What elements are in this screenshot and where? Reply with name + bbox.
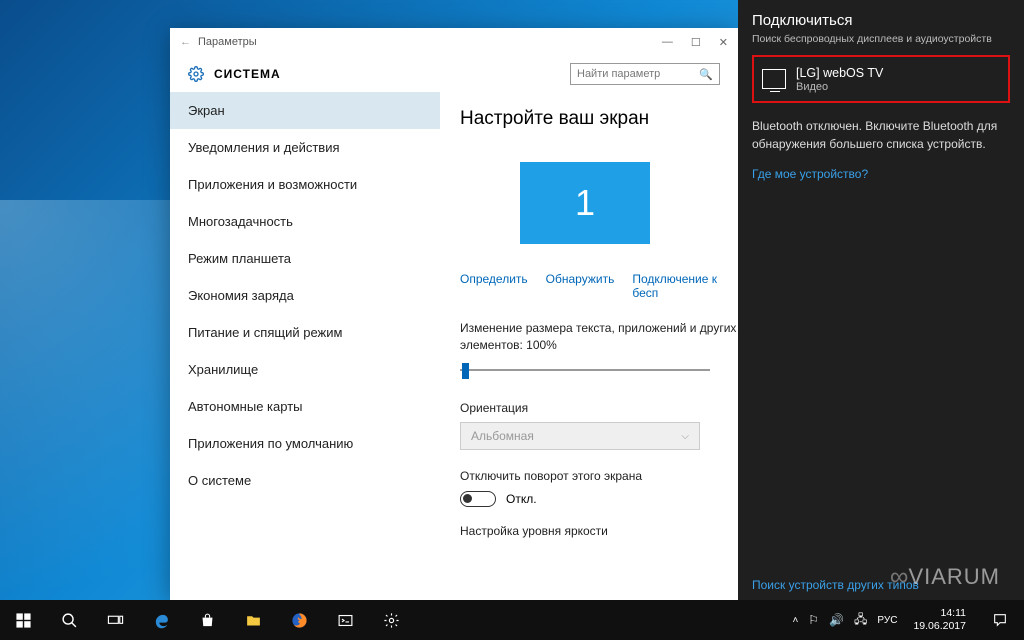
system-tray: ˄ ⚐ 🔊 🖧 РУС 14:11 19.06.2017 — [792, 600, 1024, 640]
sidebar-item-apps[interactable]: Приложения и возможности — [170, 166, 440, 203]
watermark: ∞VIARUM — [890, 561, 1000, 592]
rotation-lock-label: Отключить поворот этого экрана — [460, 468, 738, 485]
flyout-title: Подключиться — [752, 12, 1010, 29]
edge-button[interactable] — [138, 600, 184, 640]
monitor-preview[interactable]: 1 — [460, 148, 710, 258]
slider-thumb[interactable] — [462, 363, 469, 379]
device-type: Видео — [796, 81, 883, 93]
sidebar-item-maps[interactable]: Автономные карты — [170, 388, 440, 425]
orientation-label: Ориентация — [460, 400, 738, 417]
bluetooth-message: Bluetooth отключен. Включите Bluetooth д… — [752, 117, 1010, 153]
sidebar-item-power[interactable]: Питание и спящий режим — [170, 314, 440, 351]
tray-volume-icon[interactable]: 🔊 — [829, 613, 844, 627]
store-button[interactable] — [184, 600, 230, 640]
sidebar-item-tablet[interactable]: Режим планшета — [170, 240, 440, 277]
toggle-state: Откл. — [506, 492, 537, 506]
where-device-link[interactable]: Где мое устройство? — [752, 167, 1010, 181]
tray-date: 19.06.2017 — [913, 620, 966, 633]
identify-link[interactable]: Определить — [460, 272, 528, 300]
tray-flag-icon[interactable]: ⚐ — [808, 613, 819, 627]
close-button[interactable]: ✕ — [719, 36, 728, 49]
scale-label: Изменение размера текста, приложений и д… — [460, 320, 738, 354]
settings-content: Настройте ваш экран 1 Определить Обнаруж… — [440, 92, 738, 600]
system-header: СИСТЕМА Найти параметр 🔍 — [170, 56, 738, 92]
page-title: СИСТЕМА — [214, 67, 281, 81]
maximize-button[interactable]: ☐ — [691, 36, 701, 49]
tray-language[interactable]: РУС — [877, 615, 897, 626]
action-center-button[interactable] — [982, 600, 1018, 640]
tv-icon — [762, 69, 786, 89]
monitor-tile[interactable]: 1 — [520, 162, 650, 244]
flyout-subtitle: Поиск беспроводных дисплеев и аудиоустро… — [752, 33, 1010, 45]
rotation-toggle[interactable] — [460, 491, 496, 507]
sidebar-item-battery[interactable]: Экономия заряда — [170, 277, 440, 314]
sidebar-item-multitask[interactable]: Многозадачность — [170, 203, 440, 240]
start-button[interactable] — [0, 600, 46, 640]
brightness-label: Настройка уровня яркости — [460, 523, 738, 540]
sidebar-item-about[interactable]: О системе — [170, 462, 440, 499]
titlebar: ← Параметры — ☐ ✕ — [170, 28, 738, 56]
tray-network-icon[interactable]: 🖧 — [854, 610, 867, 631]
scale-slider[interactable] — [460, 360, 710, 380]
orientation-dropdown[interactable]: Альбомная ⌵ — [460, 422, 700, 450]
device-name: [LG] webOS TV — [796, 65, 883, 81]
tray-time: 14:11 — [913, 607, 966, 620]
tray-chevron-icon[interactable]: ˄ — [792, 615, 798, 626]
settings-window: ← Параметры — ☐ ✕ СИСТЕМА Найти параметр… — [170, 28, 738, 600]
explorer-button[interactable] — [230, 600, 276, 640]
connect-flyout: Подключиться Поиск беспроводных дисплеев… — [738, 0, 1024, 600]
search-placeholder: Найти параметр — [577, 68, 660, 80]
search-button[interactable] — [46, 600, 92, 640]
device-item[interactable]: [LG] webOS TV Видео — [752, 55, 1010, 103]
settings-sidebar: Экран Уведомления и действия Приложения … — [170, 92, 440, 600]
orientation-value: Альбомная — [471, 429, 534, 443]
firefox-button[interactable] — [276, 600, 322, 640]
taskbar: ˄ ⚐ 🔊 🖧 РУС 14:11 19.06.2017 — [0, 600, 1024, 640]
sidebar-item-notifications[interactable]: Уведомления и действия — [170, 129, 440, 166]
content-heading: Настройте ваш экран — [460, 108, 738, 130]
chevron-down-icon: ⌵ — [681, 431, 689, 442]
minimize-button[interactable]: — — [662, 36, 673, 49]
connect-wireless-link[interactable]: Подключение к бесп — [632, 272, 738, 300]
search-input[interactable]: Найти параметр 🔍 — [570, 63, 720, 85]
sidebar-item-display[interactable]: Экран — [170, 92, 440, 129]
terminal-button[interactable] — [322, 600, 368, 640]
tray-clock[interactable]: 14:11 19.06.2017 — [907, 607, 972, 632]
settings-taskbar-button[interactable] — [368, 600, 414, 640]
search-icon: 🔍 — [699, 68, 713, 81]
sidebar-item-defaults[interactable]: Приложения по умолчанию — [170, 425, 440, 462]
window-title: Параметры — [198, 36, 257, 48]
gear-icon — [188, 66, 204, 82]
back-button[interactable]: ← — [180, 36, 198, 48]
sidebar-item-storage[interactable]: Хранилище — [170, 351, 440, 388]
detect-link[interactable]: Обнаружить — [546, 272, 615, 300]
task-view-button[interactable] — [92, 600, 138, 640]
